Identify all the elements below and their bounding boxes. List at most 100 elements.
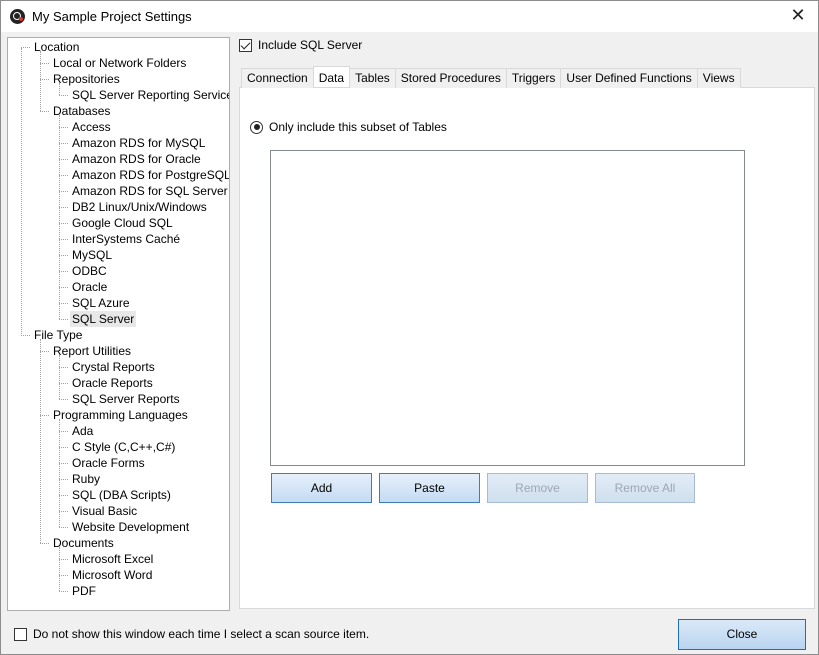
tree-item[interactable]: SQL Server Reports <box>70 391 182 407</box>
tree-item[interactable]: MySQL <box>70 247 114 263</box>
tree-item[interactable]: Oracle Reports <box>70 375 155 391</box>
tree-connector <box>59 223 68 224</box>
tree-item[interactable]: Access <box>70 119 113 135</box>
title-bar: My Sample Project Settings ✕ <box>1 1 818 32</box>
tree-connector <box>40 339 41 543</box>
dont-show-label: Do not show this window each time I sele… <box>33 627 370 641</box>
tree-connector <box>21 47 30 48</box>
tree-connector <box>59 175 68 176</box>
tree-connector <box>59 511 68 512</box>
tree-item[interactable]: Repositories <box>51 71 122 87</box>
remove-all-button[interactable]: Remove All <box>595 473 695 503</box>
tree-connector <box>59 95 68 96</box>
source-tree[interactable]: Location Local or Network Folders Reposito… <box>7 37 230 611</box>
close-window-icon[interactable]: ✕ <box>788 6 808 26</box>
tree-connector <box>59 419 60 527</box>
tree-item[interactable]: DB2 Linux/Unix/Windows <box>70 199 209 215</box>
tree-item[interactable]: Crystal Reports <box>70 359 157 375</box>
tab-connection[interactable]: Connection <box>241 68 314 88</box>
tree-connector <box>59 115 60 319</box>
add-button[interactable]: Add <box>271 473 372 503</box>
subset-tables-label: Only include this subset of Tables <box>269 120 447 134</box>
tree-item[interactable]: Documents <box>51 535 116 551</box>
tree-item[interactable]: Website Development <box>70 519 191 535</box>
tree-item[interactable]: Programming Languages <box>51 407 190 423</box>
tab-stored-procedures[interactable]: Stored Procedures <box>394 68 507 88</box>
tree-item[interactable]: ODBC <box>70 263 109 279</box>
tree-connector <box>40 351 49 352</box>
tree-item[interactable]: Microsoft Excel <box>70 551 155 567</box>
tree-item[interactable]: Ada <box>70 423 95 439</box>
tree-item[interactable]: InterSystems Caché <box>70 231 182 247</box>
tab-user-defined-functions[interactable]: User Defined Functions <box>560 68 698 88</box>
tree-item[interactable]: Oracle Forms <box>70 455 147 471</box>
tree-item[interactable]: Amazon RDS for SQL Server <box>70 183 229 199</box>
tree-connector <box>59 83 60 95</box>
include-sql-server-row[interactable]: Include SQL Server <box>239 38 362 52</box>
tree-item[interactable]: C Style (C,C++,C#) <box>70 439 177 455</box>
tree-item[interactable]: Local or Network Folders <box>51 55 188 71</box>
tree-connector <box>40 111 49 112</box>
tree-connector <box>59 559 68 560</box>
remove-button[interactable]: Remove <box>487 473 588 503</box>
include-sql-server-checkbox[interactable] <box>239 38 252 52</box>
tree-connector <box>59 547 60 591</box>
subset-radio-row[interactable]: Only include this subset of Tables <box>250 120 447 134</box>
tree-connector <box>59 143 68 144</box>
tree-item[interactable]: Amazon RDS for MySQL <box>70 135 207 151</box>
tree-connector <box>59 127 68 128</box>
tree-connector <box>59 271 68 272</box>
dont-show-checkbox[interactable] <box>14 627 27 641</box>
tree-connector <box>59 319 68 320</box>
settings-window: My Sample Project Settings ✕ Location Loc… <box>0 0 819 655</box>
tree-item[interactable]: PDF <box>70 583 98 599</box>
tree-connector <box>59 591 68 592</box>
tree-connector <box>59 447 68 448</box>
tree-item[interactable]: SQL (DBA Scripts) <box>70 487 173 503</box>
tree-connector <box>40 415 49 416</box>
tab-strip: Connection Data Tables Stored Procedures Tri… <box>241 66 741 88</box>
tree-connector <box>59 255 68 256</box>
tree-connector <box>59 239 68 240</box>
tree-item[interactable]: SQL Azure <box>70 295 132 311</box>
tree-connector <box>59 479 68 480</box>
tree-connector <box>40 63 49 64</box>
paste-button[interactable]: Paste <box>379 473 480 503</box>
tab-data[interactable]: Data <box>312 66 351 87</box>
tree-item[interactable]: Ruby <box>70 471 102 487</box>
tree-item[interactable]: SQL Server <box>70 311 137 327</box>
tree-item[interactable]: SQL Server Reporting Services <box>70 87 229 103</box>
tree-item[interactable]: Report Utilities <box>51 343 133 359</box>
include-sql-server-label: Include SQL Server <box>258 38 363 52</box>
tree-connector <box>59 527 68 528</box>
app-logo-icon <box>10 9 25 24</box>
tree-connector <box>21 335 30 336</box>
dont-show-row[interactable]: Do not show this window each time I sele… <box>14 627 369 641</box>
tree-item[interactable]: Amazon RDS for Oracle <box>70 151 203 167</box>
tree-item[interactable]: Google Cloud SQL <box>70 215 175 231</box>
tree-connector <box>59 399 68 400</box>
close-button[interactable]: Close <box>678 619 806 650</box>
tree-connector <box>40 543 49 544</box>
tree-item[interactable]: Oracle <box>70 279 109 295</box>
tree-connector <box>59 159 68 160</box>
tab-triggers[interactable]: Triggers <box>505 68 562 88</box>
tree-connector <box>40 79 49 80</box>
tree-connector <box>59 383 68 384</box>
tree-connector <box>59 207 68 208</box>
tab-tables[interactable]: Tables <box>349 68 396 88</box>
tables-listbox[interactable] <box>270 150 745 466</box>
tree-item[interactable]: Amazon RDS for PostgreSQL <box>70 167 229 183</box>
subset-tables-radio[interactable] <box>250 120 263 134</box>
tree-connector <box>59 355 60 399</box>
tree-connector <box>40 51 41 111</box>
tree-connector <box>59 191 68 192</box>
tree-item[interactable]: Microsoft Word <box>70 567 154 583</box>
tree-item[interactable]: Databases <box>51 103 112 119</box>
tree-connector <box>21 48 22 336</box>
tree-connector <box>59 463 68 464</box>
tab-views[interactable]: Views <box>696 68 741 88</box>
tree-item[interactable]: Visual Basic <box>70 503 139 519</box>
tree-connector <box>59 575 68 576</box>
tree-connector <box>59 431 68 432</box>
